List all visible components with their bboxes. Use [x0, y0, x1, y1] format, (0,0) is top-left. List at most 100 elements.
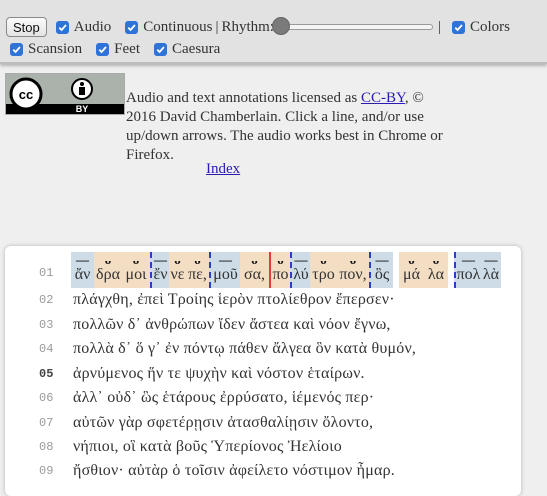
index-link[interactable]: Index [206, 161, 240, 177]
line-number: 03 [39, 318, 54, 332]
syllable-text: μοῦ [213, 266, 238, 283]
syllable-text: ἄν [74, 266, 91, 283]
syllable[interactable]: — λύ [290, 252, 310, 288]
by-label: BY [76, 104, 89, 114]
line-text: πολλῶν δ᾽ ἀνθρώπων ἴδεν ἄστεα καὶ νόον ἔ… [73, 316, 391, 333]
text-line[interactable]: 02 πλάγχθη, ἐπεὶ Τροίης ἱερὸν πτολίεθρον… [5, 288, 521, 312]
colors-checkbox[interactable] [451, 20, 465, 34]
syllable-text: πο [272, 266, 289, 283]
line-number: 05 [39, 367, 54, 381]
caesura-checkbox[interactable] [154, 42, 167, 56]
cc-by-badge[interactable]: cc BY [5, 73, 125, 115]
long-mark-icon: — [154, 252, 167, 267]
short-mark-icon: ᴗ [251, 252, 258, 267]
cc-by-link[interactable]: CC-BY [361, 90, 405, 106]
line-number: 09 [39, 464, 54, 478]
license-line: Audio and text annotations licensed as C… [126, 89, 456, 165]
toolbar-row-1: Stop Audio Continuous | Rhythm: | Colors [6, 16, 510, 38]
syllable[interactable]: ᴗ πο [269, 252, 290, 288]
long-mark-icon: — [219, 252, 232, 267]
short-mark-icon: ᴗ [104, 252, 112, 267]
syllable-text: ἔν [153, 266, 168, 283]
short-mark-icon: ᴗ [408, 252, 415, 267]
syllable[interactable]: — ὃς [369, 252, 393, 288]
line-number: 08 [39, 440, 54, 454]
audio-label: Audio [73, 18, 112, 35]
syllable[interactable]: ᴗ πον, [337, 252, 369, 288]
syllable[interactable]: ᴗ μά [399, 252, 424, 288]
text-line[interactable]: 03 πολλῶν δ᾽ ἀνθρώπων ἴδεν ἄστεα καὶ νόο… [5, 313, 521, 337]
long-mark-icon: — [484, 252, 498, 267]
rhythm-slider[interactable] [271, 17, 433, 35]
line-text: πλάγχθη, ἐπεὶ Τροίης ἱερὸν πτολίεθρον ἔπ… [73, 291, 395, 308]
text-line[interactable]: 07 αὐτῶν γὰρ σφετέρῃσιν ἀτασθαλίῃσιν ὄλο… [5, 411, 521, 435]
continuous-checkbox[interactable] [125, 20, 139, 34]
license-text-before: Audio and text annotations licensed as [126, 90, 361, 106]
syllable[interactable]: — μοῦ [209, 252, 240, 288]
syllable-text: δρα [96, 266, 120, 283]
scansion-checkbox[interactable] [10, 42, 23, 56]
rhythm-slider-track[interactable] [277, 24, 433, 30]
index: Index [206, 161, 240, 178]
rhythm-label: Rhythm: [221, 18, 274, 35]
syllable[interactable]: ᴗ νε [169, 252, 186, 288]
colors-label: Colors [469, 18, 510, 35]
separator: | [215, 18, 219, 35]
syllable[interactable]: — λὰ [481, 252, 501, 288]
syllable-text: μά [403, 266, 420, 283]
short-mark-icon: ᴗ [432, 252, 440, 267]
rhythm-slider-thumb[interactable] [271, 17, 290, 35]
short-mark-icon: ᴗ [194, 252, 201, 267]
syllable-text: λα [427, 266, 445, 283]
syllable-text: τρο [312, 266, 335, 283]
line-number: 02 [39, 293, 54, 307]
line-text: ἀρνύμενος ἥν τε ψυχὴν καὶ νόστον ἑταίρων… [73, 365, 365, 382]
syllable[interactable]: ᴗ δρα [94, 252, 122, 288]
long-mark-icon: — [462, 252, 475, 267]
syllable-text: πολ [456, 266, 481, 283]
syllable-text: μοι [125, 266, 147, 283]
line-text: νήπιοι, οἳ κατὰ βοῦς Ὑπερίονος Ἠελίοιο [73, 438, 342, 455]
syllable-text: σα, [243, 266, 265, 283]
syllable-text: πον, [339, 266, 367, 283]
caesura-label: Caesura [172, 40, 221, 57]
line-text: αὐτῶν γὰρ σφετέρῃσιν ἀτασθαλίῃσιν ὄλοντο… [73, 414, 374, 431]
syllable-text: λὰ [482, 266, 500, 283]
line-number: 04 [39, 342, 54, 356]
text-line[interactable]: 09 ἤσθιον· αὐτὰρ ὁ τοῖσιν ἀφείλετο νόστι… [5, 459, 521, 483]
text-line[interactable]: 04 πολλὰ δ᾽ ὅ γ᾽ ἐν πόντῳ πάθεν ἄλγεα ὃν… [5, 337, 521, 361]
syllable[interactable]: ᴗ πε, [186, 252, 209, 288]
scansion-line[interactable]: — ἄν ᴗ δρα ᴗ μοι — ἔν ᴗ νε ᴗ πε, — μοῦ ᴗ σα, ᴗ πο — λύ ᴗ τρο ᴗ… [71, 252, 501, 288]
syllable-text: ὃς [374, 266, 390, 283]
toolbar: Stop Audio Continuous | Rhythm: | Colors… [0, 0, 547, 64]
line-number: 07 [39, 416, 54, 430]
separator-2: | [437, 18, 441, 35]
syllable[interactable]: — ἄν [71, 252, 94, 288]
stop-button[interactable]: Stop [6, 17, 47, 37]
audio-checkbox[interactable] [55, 20, 69, 34]
line-text: ἀλλ᾽ οὐδ᾽ ὣς ἑτάρους ἐρρύσατο, ἱέμενός π… [73, 389, 375, 406]
syllable-text: νε [170, 266, 185, 283]
feet-checkbox[interactable] [96, 42, 110, 56]
short-mark-icon: ᴗ [174, 252, 181, 267]
text-line[interactable]: 06 ἀλλ᾽ οὐδ᾽ ὣς ἑτάρους ἐρρύσατο, ἱέμενό… [5, 386, 521, 410]
cc-logo-icon: cc BY [9, 77, 93, 114]
short-mark-icon: ᴗ [277, 252, 284, 267]
feet-label: Feet [114, 40, 140, 57]
long-mark-icon: — [76, 252, 89, 267]
cc-logo-text: cc [19, 87, 33, 102]
syllable-text: λύ [293, 266, 309, 283]
text-line[interactable]: 05 ἀρνύμενος ἥν τε ψυχὴν καὶ νόστον ἑταί… [5, 362, 521, 386]
syllable[interactable]: ᴗ τρο [310, 252, 337, 288]
toolbar-row-2: Scansion Feet Caesura [8, 38, 220, 60]
syllable[interactable]: ᴗ μοι [122, 252, 150, 288]
syllable[interactable]: — ἔν [150, 252, 169, 288]
line-text: ἤσθιον· αὐτὰρ ὁ τοῖσιν ἀφείλετο νόστιμον… [73, 462, 395, 479]
continuous-label: Continuous [143, 18, 213, 35]
syllable[interactable]: ᴗ λα [424, 252, 448, 288]
syllable[interactable]: ᴗ σα, [240, 252, 269, 288]
long-mark-icon: — [375, 252, 389, 267]
syllable[interactable]: — πολ [454, 252, 481, 288]
text-line[interactable]: 08 νήπιοι, οἳ κατὰ βοῦς Ὑπερίονος Ἠελίοι… [5, 435, 521, 459]
short-mark-icon: ᴗ [349, 252, 357, 267]
